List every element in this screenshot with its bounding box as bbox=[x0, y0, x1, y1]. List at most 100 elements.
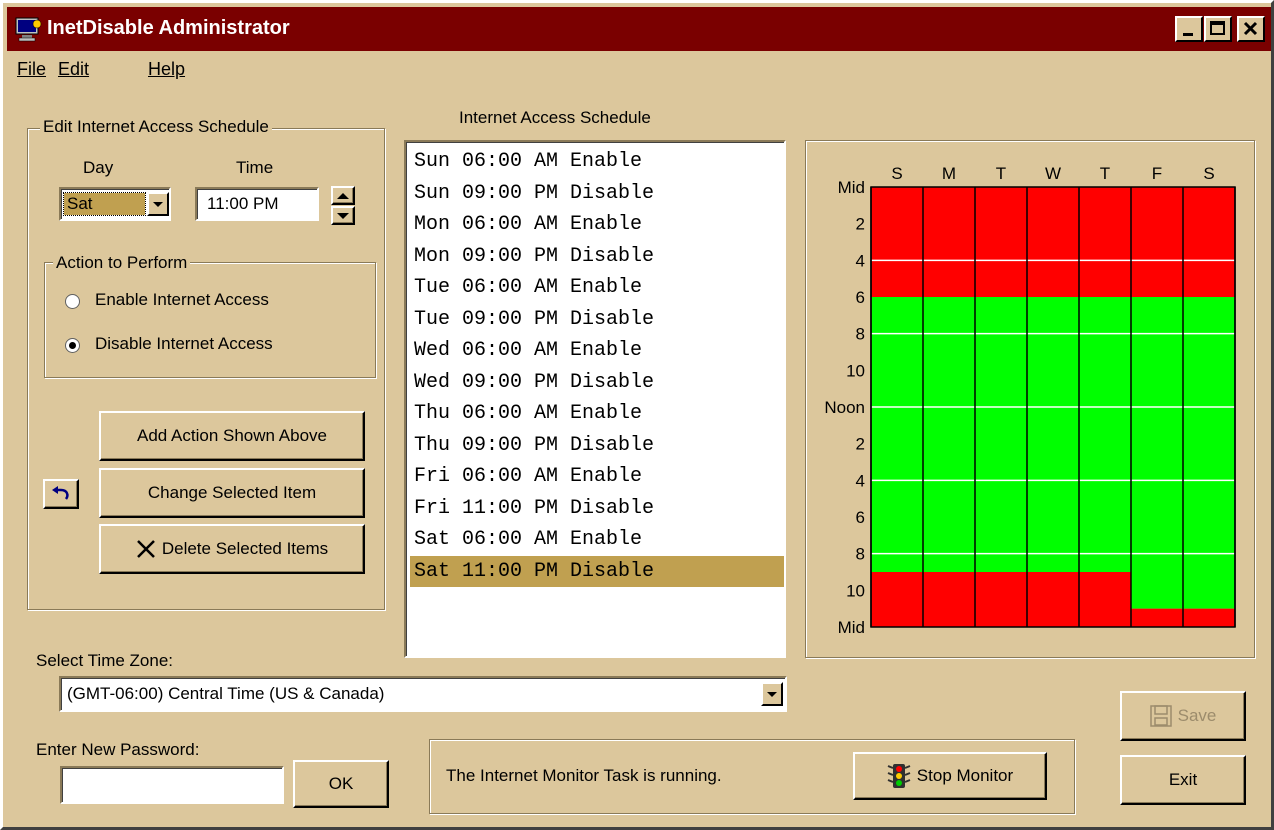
minimize-icon bbox=[1183, 33, 1193, 36]
ok-button[interactable]: OK bbox=[293, 760, 389, 808]
stop-monitor-label: Stop Monitor bbox=[916, 766, 1014, 785]
time-field-value: 11:00 PM bbox=[207, 194, 279, 213]
disabled-block bbox=[1079, 187, 1131, 297]
save-label: Save bbox=[1177, 706, 1217, 725]
schedule-item[interactable]: Thu 09:00 PM Disable bbox=[410, 430, 784, 461]
day-axis-label: S bbox=[1203, 164, 1214, 183]
enabled-block bbox=[975, 297, 1027, 572]
action-group bbox=[44, 262, 376, 378]
delete-selected-button[interactable]: Delete Selected Items bbox=[99, 524, 365, 574]
schedule-item[interactable]: Tue 09:00 PM Disable bbox=[410, 304, 784, 335]
arrow-down-icon bbox=[337, 212, 349, 219]
schedule-item[interactable]: Tue 06:00 AM Enable bbox=[410, 272, 784, 303]
password-input[interactable] bbox=[60, 766, 284, 804]
time-label: Time bbox=[236, 158, 274, 177]
enabled-block bbox=[871, 297, 923, 572]
hour-axis-label: 2 bbox=[856, 435, 865, 454]
hour-axis-label: Mid bbox=[838, 618, 865, 637]
hour-axis-label: 8 bbox=[856, 545, 865, 564]
timezone-value: (GMT-06:00) Central Time (US & Canada) bbox=[67, 684, 385, 703]
app-icon bbox=[15, 17, 42, 42]
floppy-disk-icon bbox=[1149, 705, 1172, 727]
change-selected-button[interactable]: Change Selected Item bbox=[99, 468, 365, 518]
stop-monitor-button[interactable]: Stop Monitor bbox=[853, 752, 1047, 800]
schedule-item[interactable]: Mon 06:00 AM Enable bbox=[410, 209, 784, 240]
add-action-button[interactable]: Add Action Shown Above bbox=[99, 411, 365, 461]
day-label: Day bbox=[83, 158, 114, 177]
title-bar[interactable]: InetDisable Administrator bbox=[7, 7, 1271, 51]
app-window: InetDisable Administrator File Edit Help… bbox=[0, 0, 1274, 830]
disable-radio-option[interactable]: Disable Internet Access bbox=[65, 334, 365, 360]
schedule-item[interactable]: Fri 06:00 AM Enable bbox=[410, 461, 784, 492]
menu-help[interactable]: Help bbox=[148, 59, 185, 80]
day-select[interactable]: Sat bbox=[59, 187, 171, 221]
schedule-item[interactable]: Fri 11:00 PM Disable bbox=[410, 493, 784, 524]
day-axis-label: S bbox=[891, 164, 902, 183]
schedule-item[interactable]: Wed 09:00 PM Disable bbox=[410, 367, 784, 398]
disabled-block bbox=[1079, 572, 1131, 627]
time-spin-down[interactable] bbox=[331, 206, 355, 225]
hour-axis-label: 4 bbox=[856, 471, 865, 490]
hour-axis-label: 2 bbox=[856, 215, 865, 234]
disabled-block bbox=[1183, 608, 1235, 627]
schedule-item[interactable]: Thu 06:00 AM Enable bbox=[410, 398, 784, 429]
action-legend: Action to Perform bbox=[53, 253, 191, 273]
enabled-block bbox=[1183, 297, 1235, 609]
menu-edit[interactable]: Edit bbox=[58, 59, 89, 80]
schedule-item[interactable]: Mon 09:00 PM Disable bbox=[410, 241, 784, 272]
close-icon bbox=[1243, 21, 1258, 36]
disabled-block bbox=[923, 572, 975, 627]
enabled-block bbox=[1079, 297, 1131, 572]
change-selected-label: Change Selected Item bbox=[147, 483, 317, 502]
edit-schedule-legend: Edit Internet Access Schedule bbox=[40, 117, 272, 137]
enable-radio-label: Enable Internet Access bbox=[95, 290, 269, 309]
ok-label: OK bbox=[328, 774, 354, 793]
maximize-button[interactable] bbox=[1204, 16, 1232, 42]
add-action-label: Add Action Shown Above bbox=[137, 426, 327, 445]
disable-radio[interactable] bbox=[65, 338, 80, 353]
schedule-item[interactable]: Sun 06:00 AM Enable bbox=[410, 146, 784, 177]
disabled-block bbox=[923, 187, 975, 297]
disabled-block bbox=[871, 187, 923, 297]
disabled-block bbox=[1027, 187, 1079, 297]
hour-axis-label: 10 bbox=[846, 581, 865, 600]
time-field[interactable]: 11:00 PM bbox=[195, 187, 319, 221]
enable-radio[interactable] bbox=[65, 294, 80, 309]
day-axis-label: T bbox=[996, 164, 1006, 183]
disabled-block bbox=[1183, 187, 1235, 297]
schedule-list[interactable]: Sun 06:00 AM Enable Sun 09:00 PM Disable M… bbox=[404, 140, 786, 658]
disabled-block bbox=[1027, 572, 1079, 627]
day-dropdown-arrow[interactable] bbox=[147, 192, 169, 216]
timezone-label: Select Time Zone: bbox=[36, 651, 174, 670]
password-label: Enter New Password: bbox=[36, 740, 200, 759]
schedule-item[interactable]: Sun 09:00 PM Disable bbox=[410, 178, 784, 209]
exit-label: Exit bbox=[1168, 770, 1198, 789]
monitor-status-text: The Internet Monitor Task is running. bbox=[446, 766, 722, 785]
undo-button[interactable] bbox=[43, 479, 79, 509]
save-button[interactable]: Save bbox=[1120, 691, 1246, 741]
delete-selected-label: Delete Selected Items bbox=[161, 539, 329, 558]
day-axis-label: M bbox=[942, 164, 956, 183]
delete-x-icon bbox=[136, 540, 155, 558]
timezone-select[interactable]: (GMT-06:00) Central Time (US & Canada) bbox=[59, 676, 787, 712]
hour-axis-label: Noon bbox=[824, 398, 865, 417]
maximize-icon bbox=[1210, 21, 1225, 35]
schedule-item[interactable]: Sat 06:00 AM Enable bbox=[410, 524, 784, 555]
menu-file[interactable]: File bbox=[17, 59, 46, 80]
minimize-button[interactable] bbox=[1175, 16, 1203, 42]
menu-edit-label: Edit bbox=[58, 59, 90, 79]
close-button[interactable] bbox=[1237, 16, 1265, 42]
disabled-block bbox=[1131, 608, 1183, 627]
schedule-item[interactable]: Wed 06:00 AM Enable bbox=[410, 335, 784, 366]
enable-radio-option[interactable]: Enable Internet Access bbox=[65, 290, 365, 316]
weekly-schedule-chart: S M T W T F S Mid 2 4 6 8 10 Noon 2 4 6 8 10 Mid bbox=[824, 164, 1236, 637]
undo-icon bbox=[52, 486, 69, 500]
schedule-item[interactable]: Sat 11:00 PM Disable bbox=[410, 555, 784, 587]
disabled-block bbox=[975, 572, 1027, 627]
time-spin-up[interactable] bbox=[331, 186, 355, 205]
menu-help-label: Help bbox=[148, 59, 186, 79]
timezone-dropdown-arrow[interactable] bbox=[761, 682, 783, 706]
hour-axis-label: 10 bbox=[846, 361, 865, 380]
exit-button[interactable]: Exit bbox=[1120, 755, 1246, 805]
window-title: InetDisable Administrator bbox=[47, 17, 290, 39]
